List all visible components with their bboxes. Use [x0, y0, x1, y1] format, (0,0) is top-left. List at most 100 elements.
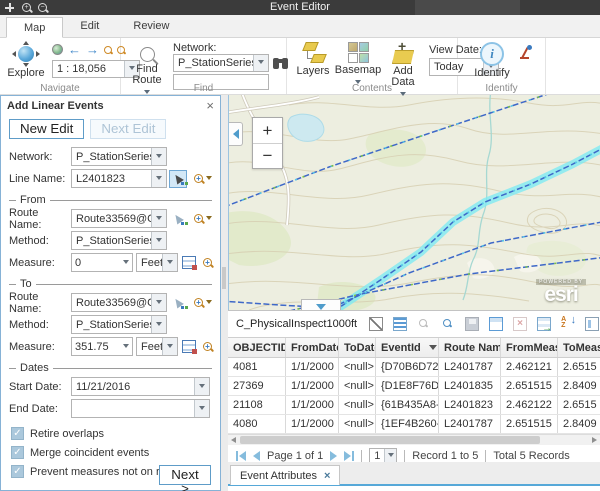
column-header[interactable]: FromMeasure: [501, 338, 558, 357]
zoom-in-tool-icon[interactable]: [104, 46, 112, 54]
from-route-name-combo[interactable]: Route33569@Cent: [71, 209, 167, 228]
basemap-button[interactable]: Basemap: [339, 42, 377, 87]
from-measure-combo[interactable]: 0: [71, 253, 133, 272]
pan-to-selected-icon[interactable]: [441, 317, 455, 331]
panel-close-icon[interactable]: ×: [206, 99, 214, 112]
start-date-combo[interactable]: 11/21/2016: [71, 377, 210, 396]
next-extent-icon[interactable]: →: [86, 43, 99, 56]
save-edits-icon[interactable]: [465, 317, 479, 331]
select-to-route-on-map-icon[interactable]: [169, 294, 187, 312]
map-zoom-in-button[interactable]: +: [253, 118, 282, 143]
show-selected-records-icon[interactable]: [393, 317, 407, 331]
collapse-table-icon[interactable]: [301, 299, 341, 310]
panel-splitter[interactable]: [221, 95, 228, 491]
zoom-to-from-route-icon[interactable]: +: [194, 214, 212, 223]
column-header[interactable]: ToMeasure: [558, 338, 600, 357]
end-date-combo[interactable]: [71, 399, 210, 418]
to-method-combo[interactable]: P_StationSeries: [71, 315, 167, 334]
dates-section-header: Dates: [9, 362, 212, 374]
group-identify: i Identify Identify: [458, 38, 546, 94]
from-method-combo[interactable]: P_StationSeries: [71, 231, 167, 250]
selection-options-icon[interactable]: [369, 317, 383, 331]
tab-edit[interactable]: Edit: [63, 16, 116, 37]
from-method-dropdown-button[interactable]: [151, 232, 166, 249]
from-units-dropdown-button[interactable]: [162, 254, 177, 271]
next-button[interactable]: Next >: [159, 465, 211, 485]
table-row[interactable]: 27369 1/1/2000 <null> {D1E8F76D-F L24018…: [228, 377, 600, 396]
tab-close-icon[interactable]: ×: [324, 470, 330, 482]
first-page-icon[interactable]: [236, 451, 246, 461]
tab-review[interactable]: Review: [116, 16, 186, 37]
to-units-dropdown-button[interactable]: [162, 338, 177, 355]
from-units-combo[interactable]: Feet: [136, 253, 178, 272]
page-text: Page 1 of 1: [267, 450, 323, 462]
scrollbar-thumb[interactable]: [240, 436, 540, 444]
to-method-dropdown-button[interactable]: [151, 316, 166, 333]
table-row[interactable]: 4081 1/1/2000 <null> {D70B6D72-3 L240178…: [228, 358, 600, 377]
tab-event-attributes[interactable]: Event Attributes ×: [230, 465, 340, 485]
to-route-name-combo[interactable]: Route33569@Cent: [71, 293, 167, 312]
line-name-combo[interactable]: L2401823: [71, 169, 167, 188]
zoom-to-to-route-icon[interactable]: +: [194, 298, 212, 307]
map-zoom-out-button[interactable]: −: [253, 143, 282, 168]
last-page-icon[interactable]: [344, 451, 354, 461]
next-edit-button[interactable]: Next Edit: [90, 119, 166, 139]
column-header[interactable]: Route Name: [439, 338, 501, 357]
map-canvas: [229, 95, 600, 310]
previous-page-icon[interactable]: [253, 451, 260, 461]
ribbon-network-combo[interactable]: P_StationSeries: [173, 54, 269, 72]
select-from-route-on-map-icon[interactable]: [169, 210, 187, 228]
table-horizontal-scrollbar[interactable]: [228, 434, 600, 445]
to-measure-zoom-icon[interactable]: +: [203, 342, 212, 351]
field-sets-icon[interactable]: [585, 317, 599, 331]
layers-button[interactable]: Layers: [294, 42, 332, 77]
map-zoom-control: + −: [252, 117, 283, 169]
panel-network-combo[interactable]: P_StationSeries: [71, 147, 167, 166]
end-date-dropdown-button[interactable]: [194, 400, 209, 417]
zoom-to-line-icon[interactable]: +: [194, 174, 212, 183]
network-dropdown-button[interactable]: [253, 55, 268, 71]
record-range-text: Record 1 to 5: [412, 450, 478, 462]
line-name-dropdown-button[interactable]: [151, 170, 166, 187]
scroll-left-icon[interactable]: [231, 437, 236, 443]
table-row[interactable]: 21108 1/1/2000 <null> {61B435A8-3 L24018…: [228, 396, 600, 415]
from-measure-picker-icon[interactable]: [182, 256, 196, 269]
collapse-panel-icon[interactable]: [229, 122, 243, 146]
new-edit-button[interactable]: New Edit: [9, 119, 84, 139]
column-header[interactable]: OBJECTID: [228, 338, 286, 357]
delete-records-icon[interactable]: [513, 317, 527, 331]
start-date-dropdown-button[interactable]: [194, 378, 209, 395]
export-records-icon[interactable]: [537, 317, 551, 331]
table-row[interactable]: 4080 1/1/2000 <null> {1EF4B260-F L240178…: [228, 415, 600, 434]
sort-records-icon[interactable]: AZ: [561, 317, 575, 331]
bottom-tab-bar: Event Attributes ×: [228, 462, 600, 491]
next-page-icon[interactable]: [330, 451, 337, 461]
field-calculator-icon[interactable]: [489, 317, 503, 331]
identify-button[interactable]: i Identify: [473, 42, 511, 79]
to-measure-combo[interactable]: 351.75: [71, 337, 133, 356]
previous-extent-icon[interactable]: ←: [68, 43, 81, 56]
prevent-measures-checkbox[interactable]: [11, 465, 24, 478]
zoom-to-selected-icon[interactable]: [417, 317, 431, 331]
from-measure-zoom-icon[interactable]: +: [203, 258, 212, 267]
column-header[interactable]: FromDate: [286, 338, 339, 357]
column-header[interactable]: EventId: [376, 338, 439, 357]
explore-button[interactable]: Explore: [7, 42, 45, 79]
tab-map[interactable]: Map: [6, 17, 63, 38]
full-extent-icon[interactable]: [52, 44, 63, 55]
app-title: Event Editor: [0, 0, 600, 15]
select-line-on-map-icon[interactable]: [169, 170, 187, 188]
to-measure-picker-icon[interactable]: [182, 340, 196, 353]
identify-route-location-icon[interactable]: [518, 45, 532, 60]
from-route-dropdown-button[interactable]: [151, 210, 166, 227]
column-header[interactable]: ToDate: [339, 338, 376, 357]
search-binoculars-icon[interactable]: [273, 58, 288, 69]
to-units-combo[interactable]: Feet: [136, 337, 178, 356]
find-route-icon: [140, 47, 155, 62]
to-route-dropdown-button[interactable]: [151, 294, 166, 311]
scroll-right-icon[interactable]: [592, 437, 597, 443]
retire-overlaps-checkbox[interactable]: [11, 427, 24, 440]
map-view[interactable]: + − POWERED BY esri: [228, 95, 600, 310]
merge-coincident-checkbox[interactable]: [11, 446, 24, 459]
panel-network-dropdown-button[interactable]: [151, 148, 166, 165]
